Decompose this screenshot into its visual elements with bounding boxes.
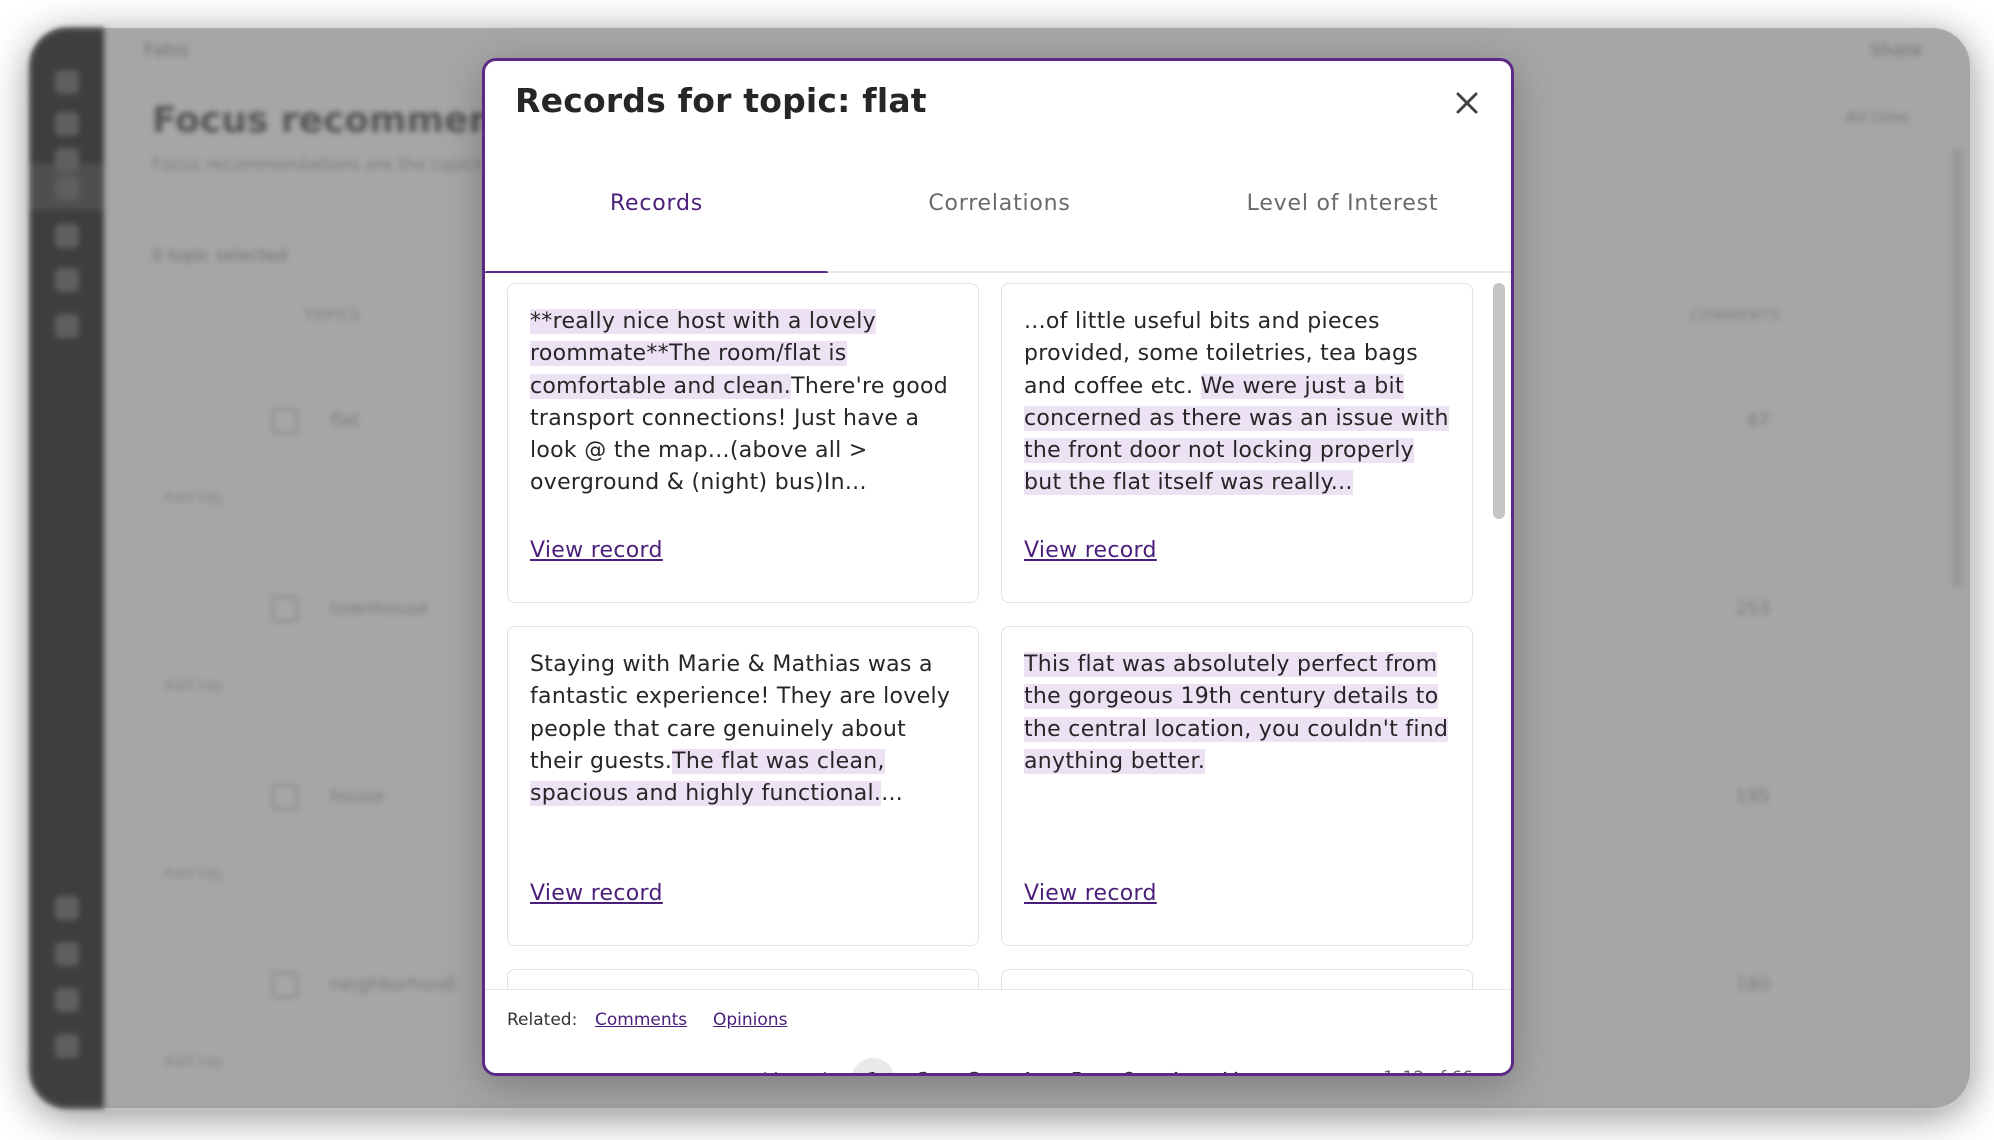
last-page-icon bbox=[1223, 1071, 1238, 1073]
tab-correlations[interactable]: Correlations bbox=[828, 161, 1171, 273]
tab-records[interactable]: Records bbox=[485, 161, 828, 275]
records-modal: Records for topic: flat Records Correlat… bbox=[482, 58, 1514, 1076]
close-icon bbox=[1456, 92, 1478, 114]
records-scrollbar[interactable] bbox=[1493, 283, 1505, 519]
page-button-5[interactable]: 5 bbox=[1055, 1058, 1099, 1073]
record-text: This flat was absolutely perfect from th… bbox=[1024, 649, 1450, 879]
prev-page-button[interactable] bbox=[800, 1058, 844, 1073]
record-text: **really nice host with a lovely roommat… bbox=[530, 306, 956, 536]
modal-footer: Related: Comments Opinions 1 2 3 4 5 6 1… bbox=[485, 989, 1511, 1073]
view-record-link[interactable]: View record bbox=[530, 538, 663, 563]
tab-level-of-interest-label: Level of Interest bbox=[1246, 190, 1439, 216]
related-comments-link[interactable]: Comments bbox=[595, 1010, 687, 1030]
page-button-3[interactable]: 3 bbox=[953, 1058, 997, 1073]
page-button-1[interactable]: 1 bbox=[851, 1058, 895, 1073]
record-card: **really nice host with a lovely roommat… bbox=[507, 283, 979, 603]
record-card: This flat was absolutely perfect from th… bbox=[1001, 626, 1473, 946]
last-page-button[interactable] bbox=[1208, 1058, 1252, 1073]
modal-title: Records for topic: flat bbox=[515, 81, 927, 120]
tab-correlations-label: Correlations bbox=[928, 190, 1071, 216]
pagination: 1 2 3 4 5 6 1–12 of 66 bbox=[485, 1058, 1511, 1073]
record-text: Staying with Marie & Mathias was a fanta… bbox=[530, 649, 956, 879]
record-card bbox=[1001, 969, 1473, 989]
next-page-button[interactable] bbox=[1157, 1058, 1201, 1073]
view-record-link[interactable]: View record bbox=[1024, 881, 1157, 906]
record-snippet: ... bbox=[881, 781, 904, 807]
close-button[interactable] bbox=[1449, 85, 1485, 121]
page-button-6[interactable]: 6 bbox=[1106, 1058, 1150, 1073]
related-opinions-link[interactable]: Opinions bbox=[713, 1010, 787, 1030]
view-record-link[interactable]: View record bbox=[1024, 538, 1157, 563]
record-text: ...of little useful bits and pieces prov… bbox=[1024, 306, 1450, 536]
page-button-2[interactable]: 2 bbox=[902, 1058, 946, 1073]
record-highlight: This flat was absolutely perfect from th… bbox=[1024, 652, 1449, 774]
chevron-left-icon bbox=[823, 1072, 826, 1073]
chevron-right-icon bbox=[1174, 1071, 1178, 1073]
record-card: Staying with Marie & Mathias was a fanta… bbox=[507, 626, 979, 946]
pagination-range: 1–12 of 66 bbox=[1383, 1068, 1473, 1073]
tab-records-label: Records bbox=[609, 190, 704, 216]
records-list[interactable]: **really nice host with a lovely roommat… bbox=[485, 273, 1511, 989]
page-button-4[interactable]: 4 bbox=[1004, 1058, 1048, 1073]
record-card: ...of little useful bits and pieces prov… bbox=[1001, 283, 1473, 603]
related-label: Related: bbox=[507, 1010, 578, 1030]
modal-tabs: Records Correlations Level of Interest bbox=[485, 161, 1511, 275]
tab-level-of-interest[interactable]: Level of Interest bbox=[1171, 161, 1511, 273]
first-page-button[interactable] bbox=[749, 1058, 793, 1073]
record-card bbox=[507, 969, 979, 989]
view-record-link[interactable]: View record bbox=[530, 881, 663, 906]
first-page-icon bbox=[764, 1072, 777, 1073]
